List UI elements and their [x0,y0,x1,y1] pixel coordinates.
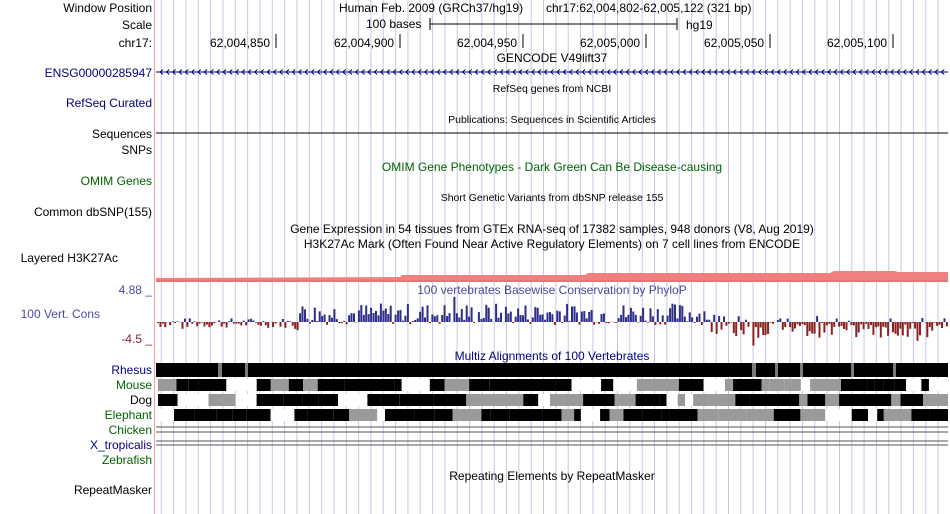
gencode-gene-label[interactable]: ENSG00000285947 [0,66,152,80]
dbsnp-track-label[interactable]: Common dbSNP(155) [0,205,152,219]
gencode-track-title: GENCODE V49lift37 [496,51,608,65]
ruler-tick-label: 62,005,050 [704,36,765,50]
ruler-tick-label: 62,004,850 [210,36,271,50]
ruler-tick-label: 62,004,950 [457,36,518,50]
scale-bar [429,18,678,30]
omim-track-label[interactable]: OMIM Genes [0,174,152,188]
ruler-tick-label: 62,005,100 [827,36,888,50]
multiz-track-title: Multiz Alignments of 100 Vertebrates [454,349,650,363]
repeatmasker-track-label[interactable]: RepeatMasker [0,483,152,497]
window-position-label: Window Position [63,1,152,15]
conservation-wiggle[interactable] [157,296,948,346]
sequences-track-title: Publications: Sequences in Scientific Ar… [448,114,656,126]
base-grid-lines [160,0,939,514]
refseq-track-label[interactable]: RefSeq Curated [0,96,152,110]
multiz-species-dog[interactable]: Dog [0,393,152,407]
ruler-tick-label: 62,004,900 [334,36,395,50]
assembly-text: Human Feb. 2009 (GRCh37/hg19) [339,1,524,15]
multiz-species-elephant[interactable]: Elephant [0,408,152,422]
multiz-species-xtropicalis[interactable]: X_tropicalis [0,438,152,452]
position-text[interactable]: chr17:62,004,802-62,005,122 (321 bp) [546,1,752,15]
gencode-gene-feature[interactable] [156,69,948,75]
multiz-species-chicken[interactable]: Chicken [0,423,152,437]
conservation-max-label: 4.88 _ [118,283,152,297]
multiz-alignments[interactable] [156,363,948,446]
omim-track-title: OMIM Gene Phenotypes - Dark Green Can Be… [381,160,723,174]
h3k27ac-track-title: H3K27Ac Mark (Often Found Near Active Re… [303,237,801,251]
gtex-track-title: Gene Expression in 54 tissues from GTEx … [290,222,814,236]
scale-text: 100 bases [366,17,422,31]
repeatmasker-track-title: Repeating Elements by RepeatMasker [449,469,655,483]
sequences-track-label[interactable]: Sequences [0,127,152,141]
chrom-label: chr17: [118,36,152,50]
multiz-species-mouse[interactable]: Mouse [0,378,152,392]
multiz-species-rhesus[interactable]: Rhesus [0,363,152,377]
conservation-track-title: 100 vertebrates Basewise Conservation by… [417,283,687,297]
h3k27ac-signal[interactable] [156,271,948,282]
h3k27ac-track-label[interactable]: Layered H3K27Ac [0,251,118,265]
label-divider [154,0,155,514]
scale-label: Scale [121,18,152,32]
ruler-tick-label: 62,005,000 [580,36,641,50]
refseq-track-title: RefSeq genes from NCBI [492,83,612,95]
conservation-min-label: -4.5 _ [121,332,152,346]
snps-track-label[interactable]: SNPs [0,143,152,157]
scale-db: hg19 [686,18,713,32]
dbsnp-track-title: Short Genetic Variants from dbSNP releas… [440,192,664,204]
multiz-species-zebrafish[interactable]: Zebrafish [0,453,152,467]
conservation-track-label[interactable]: 100 Vert. Cons [0,307,100,321]
